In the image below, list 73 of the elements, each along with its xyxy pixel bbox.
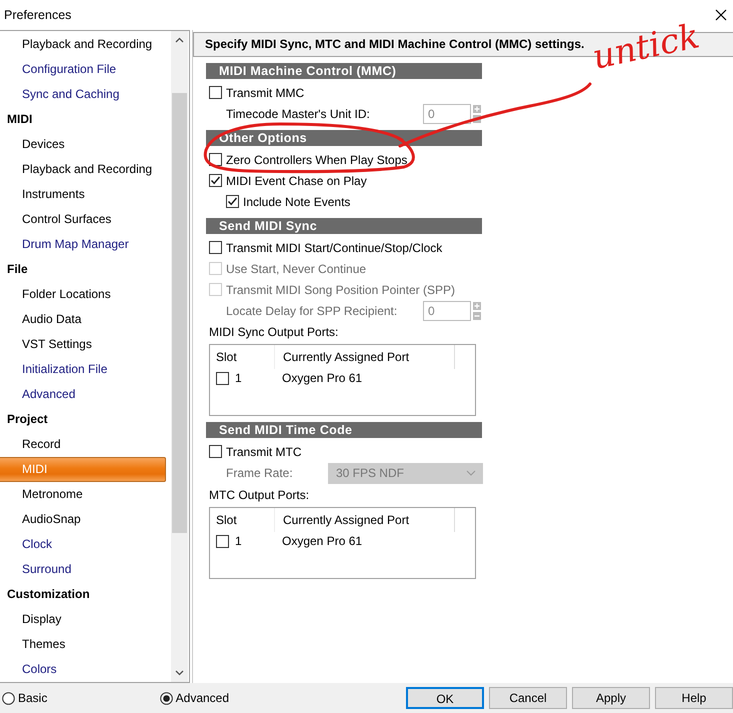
field-label: Locate Delay for SPP Recipient: xyxy=(226,302,398,320)
field-label: Frame Rate: xyxy=(226,465,294,482)
dialog-button[interactable]: Apply xyxy=(572,687,650,709)
sidebar-item[interactable]: Clock xyxy=(0,532,171,557)
checkbox[interactable] xyxy=(216,534,229,548)
sidebar-item[interactable]: Sync and Caching xyxy=(0,82,171,107)
checkbox[interactable] xyxy=(209,174,222,187)
sidebar-item[interactable]: Themes xyxy=(0,632,171,657)
checkbox-label: Transmit MIDI Song Position Pointer (SPP) xyxy=(226,282,455,298)
checkbox-label: Transmit MIDI Start/Continue/Stop/Clock xyxy=(226,240,442,256)
window-title: Preferences xyxy=(4,6,72,24)
sidebar-item[interactable]: Playback and Recording xyxy=(0,32,171,57)
column-header: Currently Assigned Port xyxy=(283,349,410,366)
sidebar-category: Project xyxy=(6,411,49,428)
dialog-button[interactable]: OK xyxy=(406,687,484,709)
sidebar-item[interactable]: Surround xyxy=(0,557,171,582)
sidebar-item[interactable]: AudioSnap xyxy=(0,507,171,532)
number-field[interactable]: 0 xyxy=(423,104,471,124)
sidebar-item[interactable]: Colors xyxy=(0,657,171,682)
sidebar-category: MIDI xyxy=(6,111,34,128)
sidebar-item[interactable]: Advanced xyxy=(0,382,171,407)
sidebar-item[interactable]: Initialization File xyxy=(0,357,171,382)
checkbox-label: Zero Controllers When Play Stops xyxy=(226,152,408,168)
sidebar-item[interactable]: Playback and Recording xyxy=(0,157,171,182)
list-label: MTC Output Ports: xyxy=(209,486,310,504)
dialog-button[interactable]: Help xyxy=(655,687,733,709)
radio-button[interactable] xyxy=(160,692,173,704)
table-cell-text: 1 xyxy=(235,370,242,387)
section-header: Send MIDI Sync xyxy=(206,218,482,234)
checkbox-label: Use Start, Never Continue xyxy=(226,260,366,278)
radio-label: Advanced xyxy=(176,690,230,707)
checkbox-label: MIDI Event Chase on Play xyxy=(226,172,367,190)
section-header: MIDI Machine Control (MMC) xyxy=(206,63,482,79)
column-header: Slot xyxy=(216,349,237,366)
panel-heading: Specify MIDI Sync, MTC and MIDI Machine Control (MMC) settings. xyxy=(205,37,584,51)
radio-button[interactable] xyxy=(2,692,15,704)
radio-label: Basic xyxy=(18,690,48,707)
scroll-down-icon[interactable] xyxy=(175,670,184,676)
checkbox[interactable] xyxy=(226,195,239,208)
column-header: Currently Assigned Port xyxy=(283,512,410,529)
field-label: Timecode Master's Unit ID: xyxy=(226,106,371,122)
sidebar-item[interactable]: Display xyxy=(0,607,171,632)
annotation-text: untick xyxy=(590,19,702,75)
spin-buttons-icon[interactable] xyxy=(473,104,481,122)
dialog-button[interactable]: Cancel xyxy=(489,687,567,709)
sidebar-category: Customization xyxy=(6,586,91,603)
scrollbar[interactable] xyxy=(171,31,188,682)
list-label: MIDI Sync Output Ports: xyxy=(209,324,340,340)
checkbox[interactable] xyxy=(209,86,222,99)
sidebar-item[interactable]: VST Settings xyxy=(0,332,171,357)
sidebar-item[interactable]: Devices xyxy=(0,132,171,157)
sidebar-item[interactable]: Instruments xyxy=(0,182,171,207)
sidebar-item[interactable]: Control Surfaces xyxy=(0,207,171,232)
column-header: Slot xyxy=(216,512,237,529)
checkbox-label: Transmit MTC xyxy=(226,444,302,460)
sidebar-item[interactable]: Configuration File xyxy=(0,57,171,82)
table-cell-text: 1 xyxy=(235,533,242,550)
sidebar-item[interactable]: Audio Data xyxy=(0,307,171,332)
checkbox-label: Transmit MMC xyxy=(226,84,304,102)
checkbox-label: Include Note Events xyxy=(243,194,350,210)
sidebar-item[interactable]: Metronome xyxy=(0,482,171,507)
table-cell-text: Oxygen Pro 61 xyxy=(282,533,362,550)
sidebar-item[interactable]: Drum Map Manager xyxy=(0,232,171,257)
close-icon[interactable] xyxy=(715,9,727,21)
checkbox[interactable] xyxy=(209,241,222,254)
scroll-up-icon[interactable] xyxy=(175,37,184,43)
table-cell-text: Oxygen Pro 61 xyxy=(282,370,362,387)
sidebar-item[interactable]: Folder Locations xyxy=(0,282,171,307)
section-header: Send MIDI Time Code xyxy=(206,422,482,438)
checkbox[interactable] xyxy=(216,372,229,384)
sidebar-item[interactable]: Record xyxy=(0,432,171,457)
checkbox[interactable] xyxy=(209,445,222,458)
sidebar-category: File xyxy=(6,261,29,278)
